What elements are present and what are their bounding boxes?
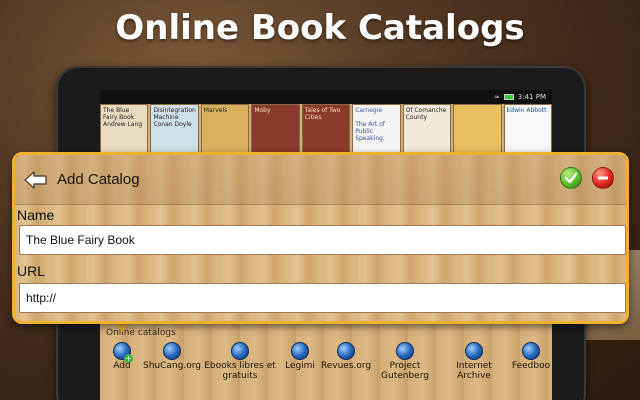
globe-add-icon [113,342,133,363]
catalog-label: Revues.org [320,361,372,371]
book-title: Of Comanche County [405,107,447,121]
book-title: Moby [254,107,271,114]
minus-icon [598,176,608,180]
cancel-button[interactable] [592,167,614,189]
globe-icon [291,342,309,360]
catalog-list: Add ShuCang.org Ebooks libres et gratuit… [100,342,552,381]
url-label: URL [17,263,46,279]
catalog-item-ebooks-libres[interactable]: Ebooks libres et gratuits [200,342,280,381]
globe-icon [396,342,414,360]
book-author: Carnegie [355,107,383,114]
globe-icon [163,342,181,360]
catalog-item-internet-archive[interactable]: Internet Archive [438,342,510,381]
book-author: Conan Doyle [153,121,192,128]
back-button[interactable] [21,166,51,194]
book-title: Disintegration Machine [153,107,196,121]
catalog-item-gutenberg[interactable]: Project Gutenberg [372,342,438,381]
catalog-item-add[interactable]: Add [100,342,144,381]
confirm-button[interactable] [560,167,582,189]
globe-icon [465,342,483,360]
catalogs-panel: Online catalogs Add ShuCang.org Ebooks l… [100,320,552,400]
globe-icon [522,342,540,360]
url-field[interactable] [19,283,626,313]
dialog-actions [560,167,614,189]
dialog-header: Add Catalog [15,155,626,205]
checkmark-icon [564,172,578,184]
catalog-label: ShuCang.org [143,361,201,371]
catalog-item-shucang[interactable]: ShuCang.org [143,342,201,381]
book-title: Tales of Two Cities [304,107,341,121]
catalog-item-feedbooks[interactable]: Feedboo [510,342,552,381]
headline: Online Book Catalogs [115,8,525,48]
book-title: The Art of Public Speaking [355,121,385,142]
wifi-icon: ≈ [493,93,500,101]
add-catalog-dialog: Add Catalog Name URL [12,152,629,324]
book-title: The Blue Fairy Book [103,107,135,121]
catalog-label: Legimi [285,361,315,371]
catalog-item-revues[interactable]: Revues.org [320,342,372,381]
battery-icon [503,94,514,100]
book-author: Andrew Lang [103,121,143,128]
dialog-title: Add Catalog [57,171,140,188]
book-title: Edwin Abbott [506,107,547,114]
globe-icon [337,342,355,360]
catalog-label: Project Gutenberg [381,361,429,381]
catalog-item-legimi[interactable]: Legimi [280,342,320,381]
back-arrow-icon [24,170,47,189]
name-label: Name [17,207,55,223]
catalog-label: Internet Archive [456,361,492,381]
catalog-label: Ebooks libres et gratuits [204,361,276,381]
name-field[interactable] [19,225,626,255]
catalog-label: Feedboo [511,361,551,371]
globe-icon [231,342,249,360]
status-time: 3:41 PM [517,93,546,101]
book-title: Marvels [203,107,228,114]
status-bar: ≈ 3:41 PM [100,90,552,104]
